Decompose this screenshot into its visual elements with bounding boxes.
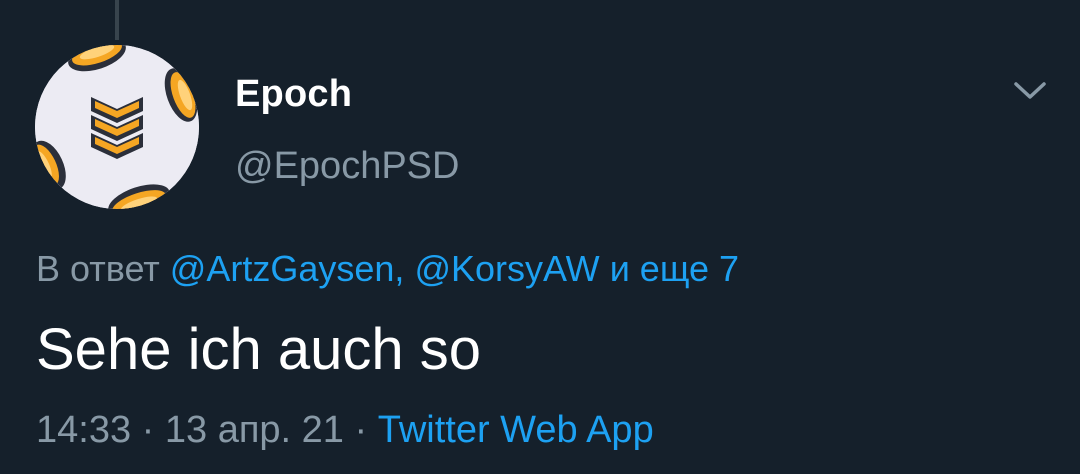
thread-connector-line <box>115 0 119 40</box>
meta-separator: · <box>141 409 155 451</box>
more-mentions-link[interactable]: и еще 7 <box>610 248 739 289</box>
chevron-down-icon[interactable] <box>1008 74 1052 106</box>
tweet-time: 14:33 <box>36 409 132 451</box>
author-handle[interactable]: @EpochPSD <box>235 142 459 190</box>
mention-link[interactable]: @ArtzGaysen, <box>170 248 405 289</box>
epoch-chevron-logo-icon <box>35 45 199 209</box>
avatar[interactable] <box>35 45 199 209</box>
tweet-meta: 14:33 · 13 апр. 21 · Twitter Web App <box>36 406 654 454</box>
reply-prefix: В ответ <box>36 248 160 289</box>
reply-context: В ответ @ArtzGaysen, @KorsyAW и еще 7 <box>36 245 739 293</box>
tweet-text: Sehe ich auch so <box>36 317 481 382</box>
meta-separator: · <box>354 409 368 451</box>
tweet-source-link[interactable]: Twitter Web App <box>378 409 654 451</box>
tweet-date: 13 апр. 21 <box>164 409 344 451</box>
mention-link[interactable]: @KorsyAW <box>414 248 599 289</box>
author-display-name[interactable]: Epoch <box>235 70 352 118</box>
